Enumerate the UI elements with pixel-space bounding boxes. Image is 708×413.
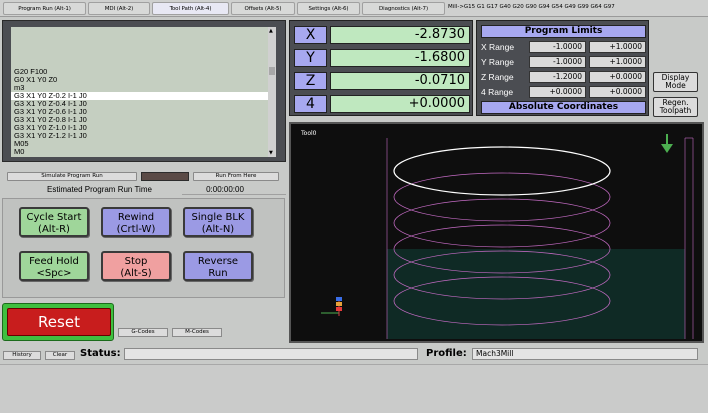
cycle-start-label: Cycle Start (Alt-R) [26, 212, 82, 235]
gcode-scrollbar[interactable]: ▲ ▼ [268, 27, 276, 157]
profile-label: Profile: [426, 348, 467, 359]
stop-label: Stop (Alt-S) [120, 256, 152, 279]
divider [182, 194, 286, 195]
active-gcodes-readout: Mill->G15 G1 G17 G40 G20 G90 G94 G54 G49… [448, 4, 615, 10]
helix-ring [393, 198, 611, 248]
scroll-thumb[interactable] [269, 67, 275, 75]
bottom-strip [0, 364, 708, 413]
status-field [124, 348, 418, 360]
tool-arrow-icon [661, 144, 673, 153]
tab-diagnostics[interactable]: Diagnostics (Alt-7) [362, 2, 445, 15]
simulate-indicator [141, 172, 189, 181]
axis-x-value[interactable]: -2.8730 [330, 26, 470, 44]
stop-button[interactable]: Stop (Alt-S) [101, 251, 171, 281]
axis-z-value[interactable]: -0.0710 [330, 72, 470, 90]
estimated-run-time-value: 0:00:00:00 [206, 185, 244, 194]
4-range-min: +0.0000 [529, 86, 586, 98]
axis-y-value[interactable]: -1.6800 [330, 49, 470, 67]
dro-panel: X -2.8730 Y -1.6800 Z -0.0710 4 +0.0000 [289, 20, 473, 116]
origin-marker-icon [336, 302, 342, 306]
y-range-label: Y Range [481, 57, 514, 67]
scroll-down-icon[interactable]: ▼ [269, 150, 273, 156]
axis-4-button[interactable]: 4 [294, 95, 327, 113]
reset-button[interactable]: Reset [7, 308, 111, 336]
x-range-min: -1.0000 [529, 41, 586, 53]
status-label: Status: [80, 348, 121, 359]
rewind-button[interactable]: Rewind (Crtl-W) [101, 207, 171, 237]
x-range-label: X Range [481, 42, 515, 52]
axis-4-value[interactable]: +0.0000 [330, 95, 470, 113]
4-range-label: 4 Range [481, 87, 514, 97]
tab-tool-path[interactable]: Tool Path (Alt-4) [152, 2, 229, 15]
simulate-program-run-button[interactable]: Simulate Program Run [7, 172, 137, 181]
origin-marker-icon [336, 307, 342, 311]
mcodes-button[interactable]: M-Codes [172, 328, 222, 337]
z-range-max: +0.0000 [589, 71, 646, 83]
program-limits-panel: Program Limits X Range -1.0000 +1.0000 Y… [476, 20, 649, 116]
y-range-max: +1.0000 [589, 56, 646, 68]
tab-program-run[interactable]: Program Run (Alt-1) [3, 2, 86, 15]
clear-button[interactable]: Clear [45, 351, 75, 360]
rewind-label: Rewind (Crtl-W) [116, 212, 156, 235]
feed-hold-label: Feed Hold <Spc> [29, 256, 79, 279]
gcode-panel: G20 F100 G0 X1 Y0 Z0 m3 G3 X1 Y0 Z-0.2 I… [2, 20, 286, 162]
stock-volume [387, 249, 685, 339]
axis-x-button[interactable]: X [294, 26, 327, 44]
tab-mdi[interactable]: MDI (Alt-2) [88, 2, 150, 15]
tab-settings[interactable]: Settings (Alt-6) [297, 2, 360, 15]
4-range-max: +0.0000 [589, 86, 646, 98]
scroll-up-icon[interactable]: ▲ [269, 28, 273, 34]
gcodes-button[interactable]: G-Codes [118, 328, 168, 337]
reverse-run-button[interactable]: Reverse Run [183, 251, 253, 281]
single-block-button[interactable]: Single BLK (Alt-N) [183, 207, 253, 237]
tab-bar: Program Run (Alt-1) MDI (Alt-2) Tool Pat… [0, 0, 708, 17]
gcode-line: M0 [14, 147, 25, 156]
tool-label: Tool0 [300, 130, 317, 137]
single-block-label: Single BLK (Alt-N) [191, 212, 245, 235]
program-limits-title: Program Limits [481, 25, 646, 38]
run-from-here-button[interactable]: Run From Here [193, 172, 279, 181]
reverse-run-label: Reverse Run [197, 256, 239, 279]
tab-offsets[interactable]: Offsets (Alt-5) [231, 2, 295, 15]
toolpath-canvas: Tool0 [300, 130, 694, 339]
display-mode-label: Display Mode [661, 73, 690, 90]
estimated-run-time-label: Estimated Program Run Time [47, 185, 152, 194]
origin-marker-icon [336, 297, 342, 301]
history-button[interactable]: History [3, 351, 41, 360]
cycle-start-button[interactable]: Cycle Start (Alt-R) [19, 207, 89, 237]
display-mode-button[interactable]: Display Mode [653, 72, 698, 92]
z-range-label: Z Range [481, 72, 514, 82]
toolpath-display[interactable]: Tool0 [289, 122, 704, 343]
axis-z-button[interactable]: Z [294, 72, 327, 90]
profile-field: Mach3Mill [472, 348, 698, 360]
z-range-min: -1.2000 [529, 71, 586, 83]
y-range-min: -1.0000 [529, 56, 586, 68]
x-range-max: +1.0000 [589, 41, 646, 53]
helix-top-ring [393, 146, 611, 196]
absolute-coordinates-label: Absolute Coordinates [481, 101, 646, 114]
helix-ring [393, 172, 611, 222]
feed-hold-button[interactable]: Feed Hold <Spc> [19, 251, 89, 281]
axis-y-button[interactable]: Y [294, 49, 327, 67]
reset-button-frame: Reset [2, 303, 114, 341]
regen-toolpath-label: Regen. Toolpath [659, 98, 692, 115]
regen-toolpath-button[interactable]: Regen. Toolpath [653, 97, 698, 117]
gcode-list[interactable]: G20 F100 G0 X1 Y0 Z0 m3 G3 X1 Y0 Z-0.2 I… [11, 27, 276, 157]
